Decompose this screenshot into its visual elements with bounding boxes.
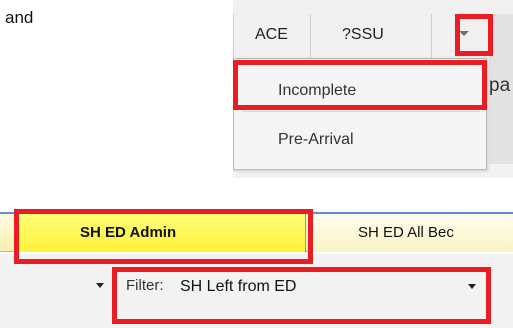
tab-ace[interactable]: ACE [255, 26, 288, 44]
tab-sh-ed-all-beds[interactable]: SH ED All Bec [308, 214, 513, 252]
tab-separator [431, 14, 432, 58]
highlight-box-dropdown-arrow [455, 14, 493, 56]
tab-label: SH ED All Bec [358, 224, 454, 241]
tab-separator [310, 14, 311, 58]
menu-divider [242, 111, 480, 112]
menu-item-pre-arrival[interactable]: Pre-Arrival [278, 131, 354, 149]
highlight-box-sh-ed-admin [14, 209, 313, 264]
highlight-box-filter [112, 267, 491, 324]
tab-separator [233, 14, 234, 58]
intro-text: and [5, 8, 34, 27]
highlight-box-incomplete [233, 60, 487, 110]
partial-background-text: pa [489, 75, 511, 96]
toolbar-dropdown-arrow-icon[interactable] [96, 283, 104, 288]
tab-ssu[interactable]: ?SSU [342, 26, 384, 44]
